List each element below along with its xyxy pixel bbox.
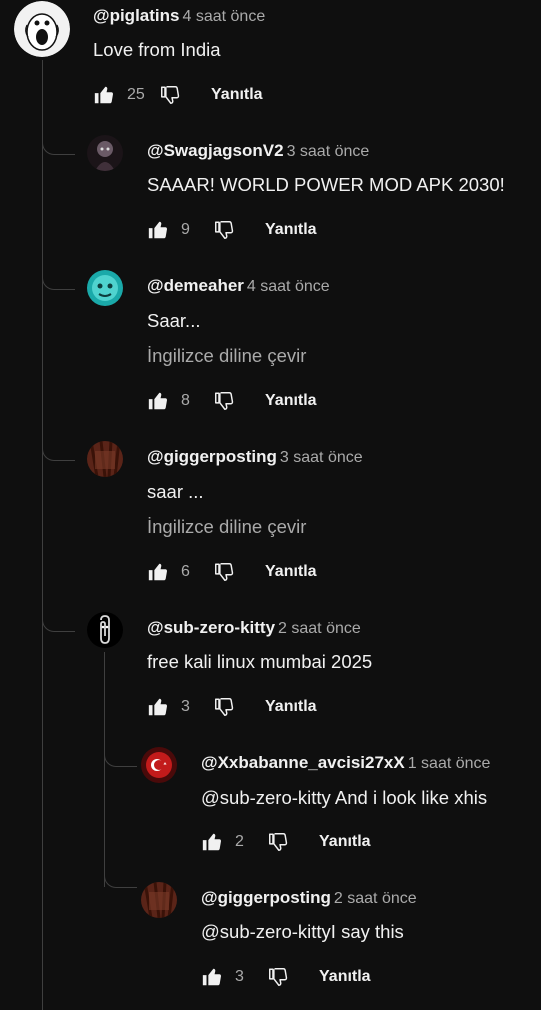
thumbs-down-icon[interactable] (213, 219, 235, 241)
reply-button[interactable]: Yanıtla (265, 221, 317, 239)
comment-author[interactable]: @demeaher (147, 276, 244, 295)
avatar[interactable] (87, 135, 123, 171)
thumbs-down-icon[interactable] (213, 696, 235, 718)
reply-button[interactable]: Yanıtla (211, 86, 263, 104)
comment-time[interactable]: 1 saat önce (408, 755, 491, 772)
comment-header: @giggerposting 3 saat önce (147, 447, 363, 467)
comment-header: @demeaher 4 saat önce (147, 276, 330, 296)
like-count: 8 (181, 392, 190, 409)
comment-text: @sub-zero-kitty And i look like xhis (201, 787, 488, 808)
translate-link[interactable]: İngilizce diline çevir (147, 345, 306, 367)
comment-actions: 2 Yanıtla (201, 830, 371, 854)
reply-button[interactable]: Yanıtla (319, 968, 371, 986)
thumbs-down-icon[interactable] (267, 966, 289, 988)
thread-line (42, 60, 43, 1010)
like-count: 9 (181, 221, 190, 238)
reply-button[interactable]: Yanıtla (265, 392, 317, 410)
comment-time[interactable]: 3 saat önce (287, 143, 370, 160)
comment-text: @sub-zero-kittyI say this (201, 921, 404, 942)
like-count: 2 (235, 833, 244, 850)
reply-button[interactable]: Yanıtla (319, 833, 371, 851)
thumbs-down-icon[interactable] (213, 390, 235, 412)
reply-button[interactable]: Yanıtla (265, 563, 317, 581)
comment-text: saar ... (147, 481, 204, 502)
thumbs-up-icon[interactable] (147, 561, 169, 583)
reply-connector (42, 140, 75, 155)
comment-author[interactable]: @sub-zero-kitty (147, 618, 275, 637)
comment-author[interactable]: @piglatins (93, 6, 179, 25)
comment-text: free kali linux mumbai 2025 (147, 651, 373, 672)
avatar[interactable] (87, 270, 123, 306)
comment-text: Saar... (147, 310, 201, 331)
comment-author[interactable]: @giggerposting (201, 888, 331, 907)
thumbs-up-icon[interactable] (201, 831, 223, 853)
comment-text: SAAAR! WORLD POWER MOD APK 2030! (147, 174, 505, 195)
translate-link[interactable]: İngilizce diline çevir (147, 516, 306, 538)
thumbs-down-icon[interactable] (159, 84, 181, 106)
comment-actions: 9 Yanıtla (147, 218, 317, 242)
comment-text: Love from India (93, 39, 221, 60)
comment-actions: 3 Yanıtla (201, 965, 371, 989)
thumbs-down-icon[interactable] (213, 561, 235, 583)
comment-actions: 6 Yanıtla (147, 560, 317, 584)
thumbs-down-icon[interactable] (267, 831, 289, 853)
comment-header: @sub-zero-kitty 2 saat önce (147, 618, 361, 638)
comment-time[interactable]: 4 saat önce (182, 8, 265, 25)
thumbs-up-icon[interactable] (147, 390, 169, 412)
reply-connector (42, 617, 75, 632)
comment-header: @Xxbabanne_avcisi27xX 1 saat önce (201, 753, 490, 773)
comment-header: @SwagjagsonV2 3 saat önce (147, 141, 369, 161)
comment-actions: 8 Yanıtla (147, 389, 317, 413)
avatar[interactable] (87, 441, 123, 477)
like-count: 3 (181, 698, 190, 715)
reply-connector (42, 446, 75, 461)
thumbs-up-icon[interactable] (147, 219, 169, 241)
avatar[interactable] (14, 1, 70, 57)
comment-actions: 3 Yanıtla (147, 695, 317, 719)
reply-connector (104, 873, 137, 888)
avatar[interactable] (141, 747, 177, 783)
like-count: 6 (181, 563, 190, 580)
comment-author[interactable]: @SwagjagsonV2 (147, 141, 284, 160)
comment-header: @giggerposting 2 saat önce (201, 888, 417, 908)
nested-thread-line (104, 652, 105, 887)
comment-time[interactable]: 2 saat önce (334, 890, 417, 907)
comment-time[interactable]: 4 saat önce (247, 278, 330, 295)
thumbs-up-icon[interactable] (93, 84, 115, 106)
thumbs-up-icon[interactable] (147, 696, 169, 718)
comment-time[interactable]: 3 saat önce (280, 449, 363, 466)
avatar[interactable] (141, 882, 177, 918)
comment-author[interactable]: @Xxbabanne_avcisi27xX (201, 753, 405, 772)
like-count: 25 (127, 86, 145, 103)
comment-header: @piglatins 4 saat önce (93, 6, 265, 26)
comment-time[interactable]: 2 saat önce (278, 620, 361, 637)
reply-button[interactable]: Yanıtla (265, 698, 317, 716)
thumbs-up-icon[interactable] (201, 966, 223, 988)
avatar[interactable] (87, 612, 123, 648)
comment-author[interactable]: @giggerposting (147, 447, 277, 466)
comment-actions: 25 Yanıtla (93, 83, 263, 107)
reply-connector (104, 752, 137, 767)
like-count: 3 (235, 968, 244, 985)
reply-connector (42, 275, 75, 290)
